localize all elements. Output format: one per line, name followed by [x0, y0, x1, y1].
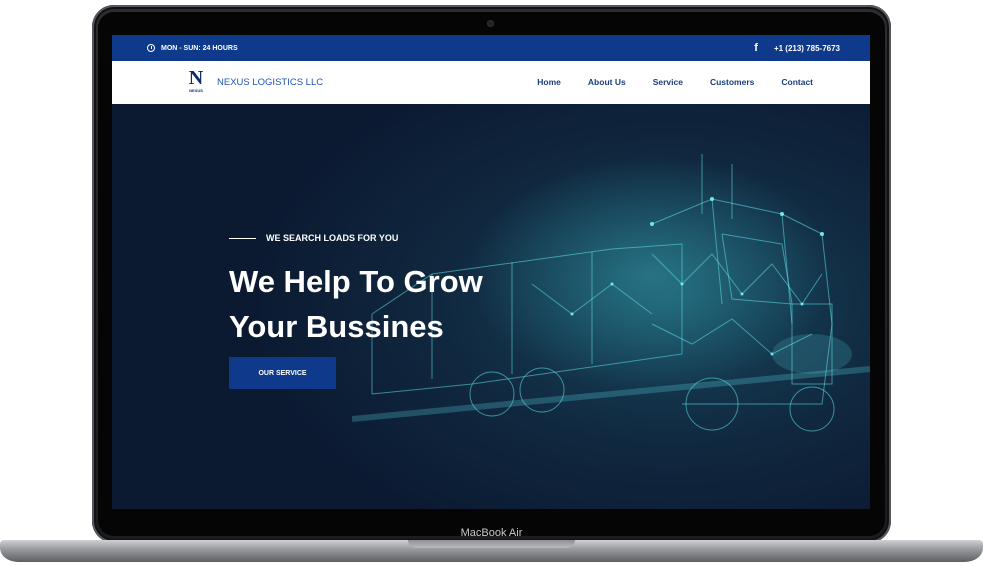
nav-item-service[interactable]: Service	[653, 77, 683, 87]
nav-item-home[interactable]: Home	[537, 77, 561, 87]
phone-link[interactable]: +1 (213) 785-7673	[774, 44, 840, 53]
headline-line-2: Your Bussines	[229, 309, 444, 344]
logo-letter: N	[188, 67, 204, 89]
main-navbar: N NEXUS NEXUS LOGISTICS LLC Home About U…	[112, 61, 870, 104]
hours-info: MON - SUN: 24 HOURS	[147, 44, 238, 52]
facebook-icon[interactable]: f	[754, 42, 758, 54]
hours-text: MON - SUN: 24 HOURS	[161, 44, 238, 52]
nav-item-contact[interactable]: Contact	[781, 77, 813, 87]
headline-line-1: We Help To Grow	[229, 264, 483, 299]
our-service-button[interactable]: OUR SERVICE	[229, 357, 336, 389]
clock-icon	[147, 44, 155, 52]
logo-text: NEXUS	[189, 88, 203, 93]
hero-headline: We Help To Grow Your Bussines	[229, 259, 569, 349]
hero-eyebrow: WE SEARCH LOADS FOR YOU	[229, 233, 398, 243]
eyebrow-text: WE SEARCH LOADS FOR YOU	[266, 233, 399, 243]
laptop-base-notch	[408, 540, 575, 548]
screen: MON - SUN: 24 HOURS f +1 (213) 785-7673 …	[112, 35, 870, 509]
camera-icon	[488, 21, 493, 26]
top-info-bar: MON - SUN: 24 HOURS f +1 (213) 785-7673	[112, 35, 870, 61]
logo[interactable]: N NEXUS	[185, 68, 207, 98]
nav-item-about-us[interactable]: About Us	[588, 77, 626, 87]
brand-name[interactable]: NEXUS LOGISTICS LLC	[217, 77, 323, 88]
hero-section: WE SEARCH LOADS FOR YOU We Help To Grow …	[112, 104, 870, 509]
nav-item-customers[interactable]: Customers	[710, 77, 754, 87]
nav-menu: Home About Us Service Customers Contact	[537, 77, 813, 87]
contact-info: f +1 (213) 785-7673	[754, 42, 840, 54]
eyebrow-divider	[229, 237, 256, 239]
